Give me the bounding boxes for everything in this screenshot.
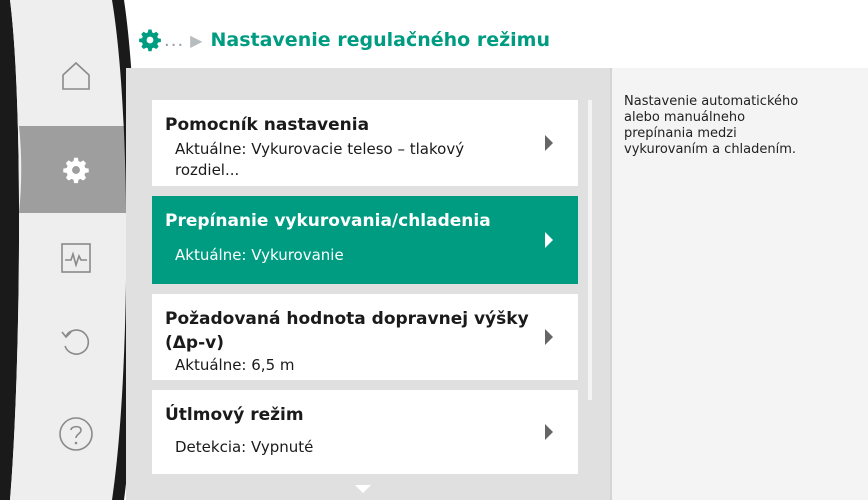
breadcrumb-arrow-icon: ▶	[190, 30, 203, 50]
content-area: Pomocník nastavenia Aktuálne: Vykurovaci…	[126, 68, 868, 500]
sidebar-item-diagnostics[interactable]	[40, 222, 112, 294]
page-title: Nastavenie regulačného režimu	[210, 29, 550, 51]
help-text: Nastavenie automatického alebo manuálneh…	[624, 94, 799, 157]
header: ... ▶ Nastavenie regulačného režimu	[126, 14, 868, 66]
chevron-right-icon	[545, 424, 553, 440]
scrollbar-thumb[interactable]	[588, 100, 592, 400]
scrollbar[interactable]	[588, 100, 592, 400]
sidebar-item-help[interactable]	[40, 398, 112, 470]
screen: ... ▶ Nastavenie regulačného režimu Pomo…	[0, 0, 868, 500]
menu-item-title: Požadovaná hodnota dopravnej výšky (Δp-v…	[165, 309, 529, 353]
gear-icon	[139, 29, 161, 52]
help-panel: Nastavenie automatického alebo manuálneh…	[610, 68, 868, 500]
menu-item-subtitle: Detekcia: Vypnuté	[175, 438, 314, 456]
sidebar-item-home[interactable]	[40, 40, 112, 112]
menu-item-subtitle: Aktuálne: 6,5 m	[175, 356, 295, 374]
menu-item-subtitle: Aktuálne: Vykurovanie	[175, 246, 344, 264]
menu-item-head-setpoint[interactable]: Požadovaná hodnota dopravnej výšky (Δp-v…	[152, 294, 578, 380]
sidebar-item-restore[interactable]	[40, 306, 112, 378]
home-icon	[62, 61, 90, 90]
breadcrumb-ellipsis[interactable]: ...	[164, 30, 184, 51]
sidebar-item-settings[interactable]	[40, 134, 112, 206]
help-icon	[59, 417, 93, 451]
chevron-right-icon	[545, 329, 553, 345]
chevron-right-icon	[545, 135, 553, 151]
menu-item-title: Prepínanie vykurovania/chladenia	[165, 211, 491, 231]
pulse-icon	[61, 243, 91, 273]
gear-icon	[63, 157, 89, 184]
menu-item-title: Pomocník nastavenia	[165, 115, 370, 135]
menu-item-setback-mode[interactable]: Útlmový režim Detekcia: Vypnuté	[152, 390, 578, 474]
menu-item-subtitle: Aktuálne: Vykurovacie teleso – tlakový r…	[175, 140, 465, 179]
chevron-right-icon	[545, 232, 553, 248]
menu-item-heating-cooling[interactable]: Prepínanie vykurovania/chladenia Aktuáln…	[152, 196, 578, 284]
menu-item-setup-assistant[interactable]: Pomocník nastavenia Aktuálne: Vykurovaci…	[152, 100, 578, 186]
menu-item-title: Útlmový režim	[165, 405, 304, 425]
undo-icon	[61, 329, 90, 355]
scroll-down-icon[interactable]	[354, 484, 372, 494]
